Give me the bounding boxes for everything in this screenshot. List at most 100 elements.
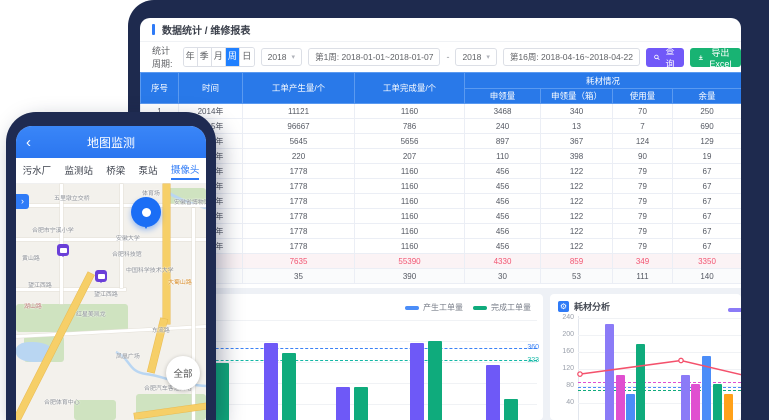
phone-tab[interactable]: 摄像头 — [171, 162, 200, 180]
table-cell: 122 — [541, 224, 613, 239]
selected-camera-pin[interactable] — [131, 197, 161, 227]
filter-bar: 统计周期: 年季月周日 2018 ▾ 第1周: 2018-01-01~2018-… — [152, 46, 741, 68]
table-cell: 786 — [355, 119, 465, 134]
table-cell: 349 — [613, 254, 673, 269]
chart-bar — [215, 363, 229, 420]
table-cell: 67 — [673, 239, 742, 254]
period-label: 统计周期: — [152, 44, 177, 70]
table-cell: 7635 — [243, 254, 355, 269]
year-start-select[interactable]: 2018 ▾ — [261, 48, 302, 66]
table-cell: 1160 — [355, 209, 465, 224]
map-label: 东流路 — [152, 326, 170, 335]
camera-marker[interactable] — [95, 270, 107, 282]
map-label: 大蜀山路 — [168, 278, 192, 287]
table-cell: 122 — [541, 164, 613, 179]
map-label: 合肥市宁溪小学 — [32, 226, 74, 235]
table-cell: 340 — [541, 104, 613, 119]
period-option[interactable]: 月 — [212, 48, 226, 66]
phone-tab[interactable]: 监测站 — [64, 163, 93, 179]
legend-item-created[interactable]: 产生工单量 — [405, 302, 463, 313]
report-table-head: 序号 时间 工单产生量/个 工单完成量/个 耗材情况 申领量 申领量（箱） 使用… — [141, 73, 742, 104]
table-cell: 122 — [541, 194, 613, 209]
range-end-input[interactable]: 第16周: 2018-04-16~2018-04-22 — [503, 48, 640, 66]
download-icon — [698, 53, 704, 62]
table-cell: 367 — [541, 134, 613, 149]
col-header-completed: 工单完成量/个 — [355, 73, 465, 104]
table-cell: 5656 — [355, 134, 465, 149]
table-cell: 1778 — [243, 239, 355, 254]
map-label: 红星美凯龙 — [76, 310, 106, 319]
breadcrumb: 数据统计 / 维修报表 — [140, 18, 741, 42]
period-segment: 年季月周日 — [183, 47, 255, 67]
table-cell: 690 — [673, 119, 742, 134]
table-cell: 67 — [673, 164, 742, 179]
table-cell: 122 — [541, 209, 613, 224]
phone-tab[interactable]: 桥梁 — [106, 163, 125, 179]
map-label: 湖山路 — [24, 302, 42, 311]
chart-bar — [354, 387, 368, 420]
table-cell: 110 — [465, 149, 541, 164]
table-cell: 220 — [243, 149, 355, 164]
calendar-caret-icon: ▾ — [486, 53, 490, 61]
ref-label-323: 323 — [527, 357, 539, 364]
table-cell: 90 — [613, 149, 673, 164]
table-cell: 96667 — [243, 119, 355, 134]
table-cell: 19 — [673, 149, 742, 164]
table-cell: 111 — [613, 269, 673, 284]
map-label: 合肥科技馆 — [112, 250, 142, 259]
period-option[interactable]: 日 — [240, 48, 254, 66]
table-cell: 1160 — [355, 194, 465, 209]
period-option[interactable]: 年 — [184, 48, 198, 66]
table-cell: 122 — [541, 239, 613, 254]
table-cell: 456 — [465, 209, 541, 224]
period-option[interactable]: 季 — [198, 48, 212, 66]
table-cell: 250 — [673, 104, 742, 119]
col-header-seq: 序号 — [141, 73, 179, 104]
map-label: 中国科学技术大学 — [126, 266, 174, 275]
table-row: 102023年177811604561227967 — [141, 239, 742, 254]
table-row: 92022年177811604561227967 — [141, 224, 742, 239]
map-expand-button[interactable]: › — [16, 194, 29, 209]
phone-tab[interactable]: 泵站 — [139, 163, 158, 179]
table-cell: 67 — [673, 224, 742, 239]
table-cell: 1778 — [243, 164, 355, 179]
dashboard-card: 数据统计 / 维修报表 统计周期: 年季月周日 2018 ▾ 第1周: 2018… — [140, 18, 741, 420]
map-label: 安徽省博物馆 — [174, 198, 206, 207]
period-option[interactable]: 周 — [226, 48, 240, 66]
table-cell: 129 — [673, 134, 742, 149]
query-button[interactable]: 查询 — [646, 48, 684, 67]
col-header-sub-0: 申领量 — [465, 89, 541, 104]
col-header-sub-3: 余量 — [673, 89, 742, 104]
export-excel-button[interactable]: 导出Excel — [690, 48, 741, 67]
range-start-input[interactable]: 第1周: 2018-01-01~2018-01-07 — [308, 48, 440, 66]
table-cell: 1778 — [243, 194, 355, 209]
table-cell: 1160 — [355, 164, 465, 179]
table-total-row: 合计76355539043308593493350 — [141, 254, 742, 269]
breadcrumb-accent-bar — [152, 24, 155, 35]
legend-item-completed[interactable]: 完成工单量 — [473, 302, 531, 313]
chart-bar — [336, 387, 350, 420]
table-cell: 456 — [465, 224, 541, 239]
back-chevron-icon[interactable]: ‹ — [26, 135, 31, 150]
table-cell: 79 — [613, 239, 673, 254]
col-header-consumables-group: 耗材情况 — [465, 73, 742, 89]
table-cell: 456 — [465, 239, 541, 254]
year-end-value: 2018 — [462, 52, 481, 62]
table-cell: 456 — [465, 164, 541, 179]
camera-marker[interactable] — [57, 244, 69, 256]
export-button-label: 导出Excel — [708, 46, 733, 69]
table-row: 72020年177811604561227967 — [141, 194, 742, 209]
legend-swatch-completed — [473, 306, 487, 310]
phone-tab[interactable]: 污水厂 — [23, 163, 52, 179]
chart-bar — [264, 343, 278, 420]
map-label: 望江西路 — [94, 290, 118, 299]
year-end-select[interactable]: 2018 ▾ — [455, 48, 496, 66]
table-cell: 79 — [613, 194, 673, 209]
map-view[interactable]: › 全部 五里墩立交桥体育场安徽省博物馆合肥市宁溪小学安徽大学合肥科技馆黄山路中… — [16, 184, 206, 420]
table-row: 52018年177811604561227967 — [141, 164, 742, 179]
map-all-button[interactable]: 全部 — [166, 356, 200, 390]
table-cell: 79 — [613, 224, 673, 239]
ref-label-360: 360 — [527, 344, 539, 351]
phone-mockup: ‹ 地图监测 污水厂监测站桥梁泵站摄像头 — [6, 112, 216, 420]
table-cell: 1778 — [243, 179, 355, 194]
